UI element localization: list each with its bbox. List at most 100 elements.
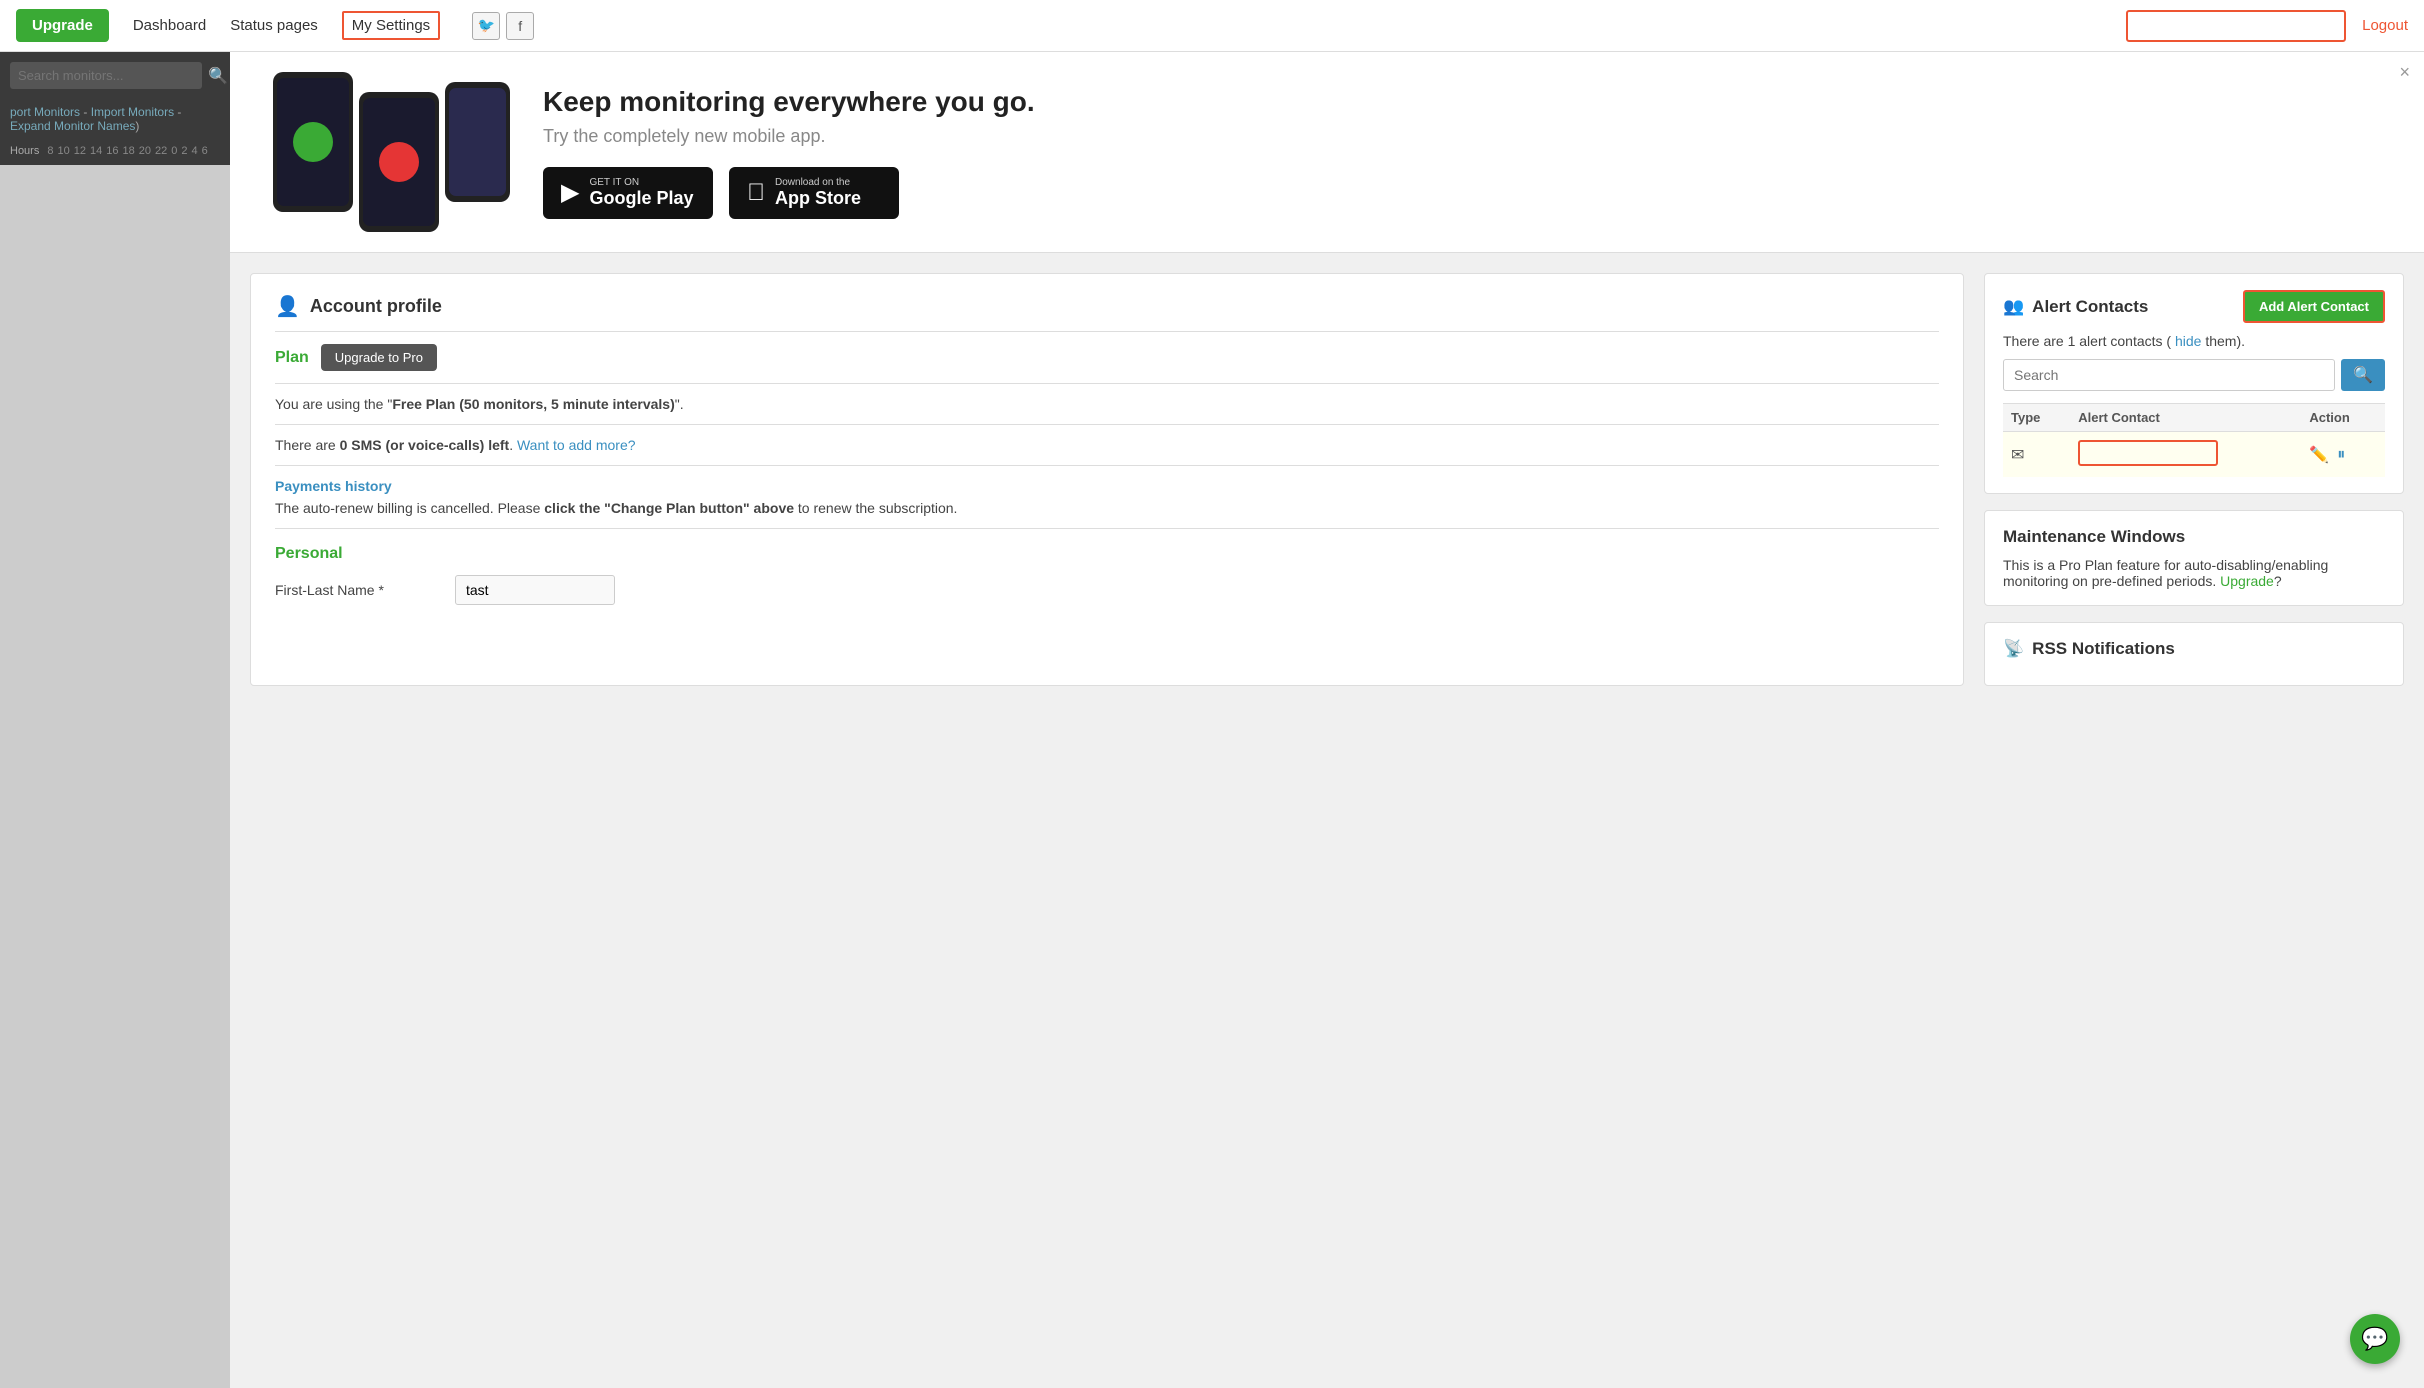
social-icons: 🐦 f	[472, 12, 534, 40]
col-action: Action	[2301, 404, 2385, 432]
store-buttons: ▶ GET IT ON Google Play  Download on th…	[543, 167, 2384, 219]
nav-my-settings[interactable]: My Settings	[342, 11, 440, 40]
nav-status-pages[interactable]: Status pages	[230, 17, 318, 34]
phone-screen-2	[363, 98, 435, 226]
contact-name-cell	[2070, 432, 2301, 478]
maintenance-description: This is a Pro Plan feature for auto-disa…	[2003, 557, 2385, 589]
divider-4	[275, 465, 1939, 466]
sidebar-hours: Hours 8 10 12 14 16 18 20 22 0 2 4 6	[0, 141, 230, 165]
upgrade-button[interactable]: Upgrade	[16, 9, 109, 42]
divider-1	[275, 331, 1939, 332]
google-play-text: GET IT ON Google Play	[589, 177, 693, 209]
sidebar-monitor-list	[0, 165, 230, 1388]
phone-mockup-2	[359, 92, 439, 232]
sms-count: 0 SMS (or voice-calls) left	[340, 437, 510, 453]
alert-contacts-label: Alert Contacts	[2032, 297, 2148, 317]
table-row: ✉ ✏️ ⏸	[2003, 432, 2385, 478]
google-play-main: Google Play	[589, 188, 693, 209]
alert-contacts-icon: 👥	[2003, 297, 2024, 317]
alert-search-row: 🔍	[2003, 359, 2385, 391]
banner-subtext: Try the completely new mobile app.	[543, 126, 2384, 147]
col-type: Type	[2003, 404, 2070, 432]
sidebar-links-sep1: -	[83, 105, 90, 119]
personal-title: Personal	[275, 545, 1939, 563]
alert-contacts-card: 👥 Alert Contacts Add Alert Contact There…	[1984, 273, 2404, 494]
payments-history-link[interactable]: Payments history	[275, 478, 1939, 494]
chat-icon: 💬	[2361, 1326, 2388, 1352]
change-plan-bold: click the "Change Plan button" above	[544, 500, 794, 516]
app-store-top: Download on the	[775, 177, 861, 188]
chat-fab-button[interactable]: 💬	[2350, 1314, 2400, 1364]
banner-close-icon[interactable]: ×	[2399, 62, 2410, 83]
google-play-button[interactable]: ▶ GET IT ON Google Play	[543, 167, 713, 219]
sidebar-links-sep2: -	[177, 105, 181, 119]
phone-mockup-1	[273, 72, 353, 212]
nav-search-input[interactable]	[2126, 10, 2346, 42]
account-profile-panel: 👤 Account profile Plan Upgrade to Pro Yo…	[250, 273, 1964, 686]
maintenance-header: Maintenance Windows	[2003, 527, 2385, 547]
facebook-icon[interactable]: f	[506, 12, 534, 40]
phone-dot-green	[293, 122, 333, 162]
pause-icon[interactable]: ⏸	[2337, 446, 2345, 464]
maintenance-windows-card: Maintenance Windows This is a Pro Plan f…	[1984, 510, 2404, 606]
first-last-input[interactable]	[455, 575, 615, 605]
google-play-icon: ▶	[561, 178, 579, 207]
first-last-row: First-Last Name *	[275, 575, 1939, 605]
app-store-main: App Store	[775, 188, 861, 209]
logout-link[interactable]: Logout	[2362, 17, 2408, 34]
expand-monitor-names-link[interactable]: Expand Monitor Names	[10, 119, 135, 133]
hide-contacts-link[interactable]: hide	[2175, 333, 2201, 349]
alert-info-suffix: them).	[2205, 333, 2245, 349]
phone-dot-red	[379, 142, 419, 182]
upgrade-to-pro-button[interactable]: Upgrade to Pro	[321, 344, 437, 371]
add-alert-contact-button[interactable]: Add Alert Contact	[2243, 290, 2385, 323]
app-banner: × Keep monitoring everywhere	[230, 52, 2424, 253]
content-area: 👤 Account profile Plan Upgrade to Pro Yo…	[230, 253, 2424, 706]
apple-icon: 	[747, 179, 765, 207]
maintenance-upgrade-link[interactable]: Upgrade	[2220, 573, 2274, 589]
divider-2	[275, 383, 1939, 384]
edit-icon[interactable]: ✏️	[2309, 445, 2329, 465]
rss-notifications-card: 📡 RSS Notifications	[1984, 622, 2404, 686]
sidebar-links: port Monitors - Import Monitors - Expand…	[0, 99, 230, 141]
sidebar-search-input[interactable]	[10, 62, 202, 89]
maintenance-title: Maintenance Windows	[2003, 527, 2185, 547]
page-wrapper: 🔍 port Monitors - Import Monitors - Expa…	[0, 52, 2424, 1388]
divider-5	[275, 528, 1939, 529]
main-content: × Keep monitoring everywhere	[230, 52, 2424, 1388]
account-profile-header: 👤 Account profile	[275, 294, 1939, 319]
phone-screen-1	[277, 78, 349, 206]
import-monitors-link[interactable]: Import Monitors	[91, 105, 174, 119]
add-more-link[interactable]: Want to add more?	[517, 437, 636, 453]
google-play-top: GET IT ON	[589, 177, 693, 188]
export-monitors-link[interactable]: port Monitors	[10, 105, 80, 119]
contact-type-cell: ✉	[2003, 432, 2070, 478]
phone-screen-3	[449, 88, 506, 196]
rss-header: 📡 RSS Notifications	[2003, 639, 2385, 659]
col-contact: Alert Contact	[2070, 404, 2301, 432]
alert-table-header-row: Type Alert Contact Action	[2003, 404, 2385, 432]
sms-row: There are 0 SMS (or voice-calls) left. W…	[275, 437, 1939, 453]
nav-dashboard[interactable]: Dashboard	[133, 17, 206, 34]
alert-contact-box	[2078, 440, 2218, 466]
first-last-label: First-Last Name *	[275, 582, 455, 598]
alert-search-button[interactable]: 🔍	[2341, 359, 2385, 391]
maintenance-title-text: Maintenance Windows	[2003, 527, 2185, 547]
plan-description: You are using the "Free Plan (50 monitor…	[275, 396, 1939, 412]
banner-headline: Keep monitoring everywhere you go.	[543, 86, 2384, 118]
phone-mockup-3	[445, 82, 510, 202]
app-store-button[interactable]:  Download on the App Store	[729, 167, 899, 219]
sidebar-search-area: 🔍	[0, 52, 230, 99]
twitter-icon[interactable]: 🐦	[472, 12, 500, 40]
profile-icon: 👤	[275, 294, 300, 319]
alert-search-input[interactable]	[2003, 359, 2335, 391]
alert-info-text: There are 1 alert contacts ( hide them).	[2003, 333, 2385, 349]
phone-mockups	[270, 72, 513, 232]
personal-section: Personal First-Last Name *	[275, 545, 1939, 605]
plan-name: Free Plan (50 monitors, 5 minute interva…	[392, 396, 674, 412]
sidebar: 🔍 port Monitors - Import Monitors - Expa…	[0, 52, 230, 1388]
hours-label: Hours	[10, 145, 39, 157]
divider-3	[275, 424, 1939, 425]
rss-title: RSS Notifications	[2032, 639, 2175, 659]
alert-contacts-title: 👥 Alert Contacts	[2003, 297, 2148, 317]
